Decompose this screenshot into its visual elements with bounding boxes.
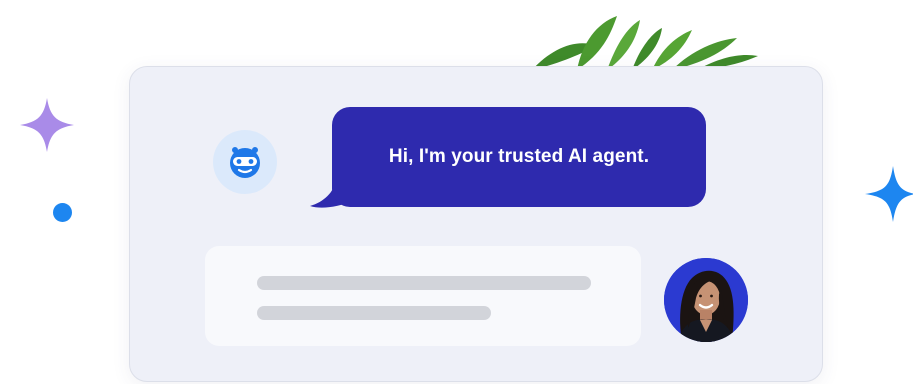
user-message-bubble (205, 246, 641, 346)
decorative-dot (53, 203, 72, 222)
agent-avatar (213, 130, 277, 194)
message-placeholder-line (257, 306, 491, 320)
agent-message-bubble: Hi, I'm your trusted AI agent. (332, 107, 706, 207)
user-portrait (664, 258, 748, 342)
sparkle-icon (20, 98, 74, 152)
sparkle-icon (865, 166, 913, 222)
chat-illustration: Hi, I'm your trusted AI agent. (0, 0, 913, 384)
message-placeholder-line (257, 276, 591, 290)
robot-face-icon (230, 147, 260, 178)
agent-message-text: Hi, I'm your trusted AI agent. (388, 146, 650, 167)
user-avatar (664, 258, 748, 342)
